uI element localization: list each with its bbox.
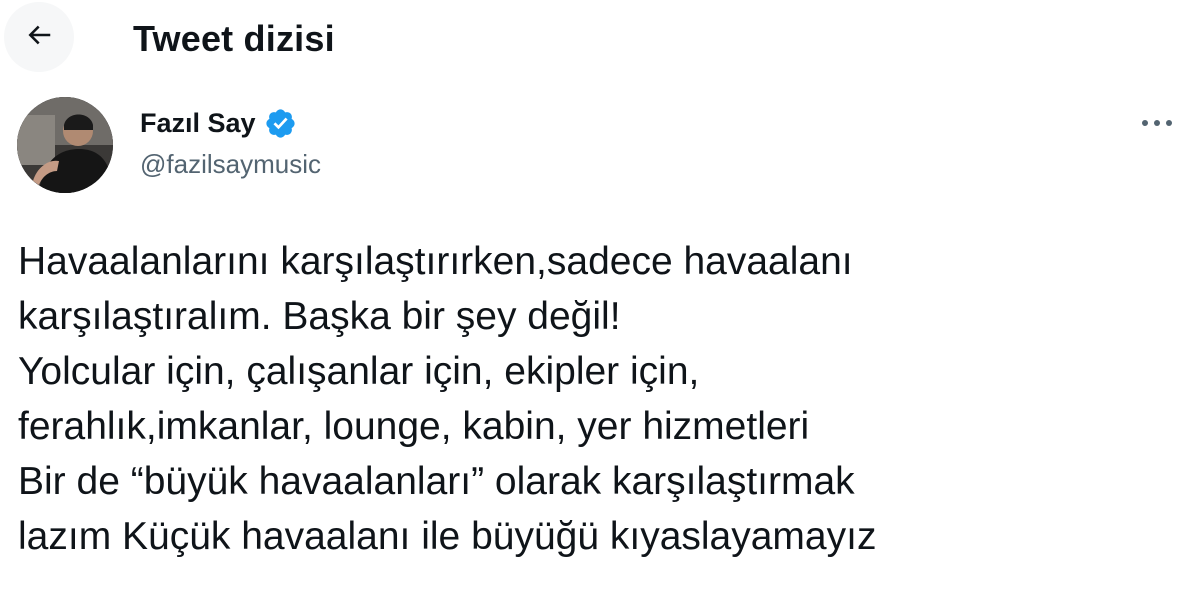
avatar[interactable] [17,97,113,193]
tweet-line: ferahlık,imkanlar, lounge, kabin, yer hi… [18,405,810,448]
author-handle[interactable]: @fazilsaymusic [140,148,321,180]
tweet-line: lazım Küçük havaalanı ile büyüğü kıyasla… [18,515,877,558]
profile-photo [17,97,113,193]
more-options-button[interactable] [1132,106,1182,140]
tweet-line: Yolcular için, çalışanlar için, ekipler … [18,350,700,393]
author-display-name[interactable]: Fazıl Say [140,106,256,140]
top-bar: Tweet dizisi [0,0,1200,80]
tweet-line: Bir de “büyük havaalanları” olarak karşı… [18,460,855,503]
tweet-line: karşılaştıralım. Başka bir şey değil! [18,295,621,338]
back-button[interactable] [4,2,74,72]
arrow-left-icon [24,20,54,55]
tweet-text: Havaalanlarını karşılaştırırken,sadece h… [18,234,1178,564]
more-horizontal-icon [1140,117,1174,129]
verified-badge-icon [264,107,297,140]
page-title: Tweet dizisi [133,18,335,59]
author-name-row: Fazıl Say [140,106,297,140]
tweet-line: Havaalanlarını karşılaştırırken,sadece h… [18,240,853,283]
